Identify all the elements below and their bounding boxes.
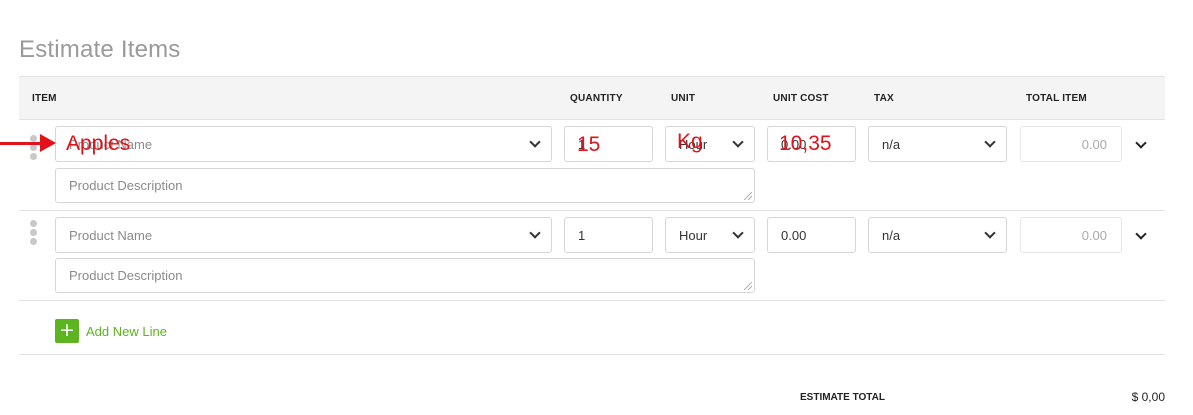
- unit-cost-input[interactable]: 0.00: [767, 217, 856, 253]
- tax-value: n/a: [882, 227, 901, 243]
- total-item-field: 0.00: [1020, 126, 1122, 162]
- resize-grip-icon[interactable]: [744, 192, 752, 200]
- estimate-total-value: $ 0,00: [1131, 390, 1165, 404]
- chevron-down-icon: [529, 227, 541, 239]
- table-header: ITEM QUANTITY UNIT UNIT COST TAX TOTAL I…: [19, 76, 1165, 120]
- quantity-input[interactable]: 1: [564, 217, 653, 253]
- resize-grip-icon[interactable]: [744, 282, 752, 290]
- annotation-unit-cost: 10,35: [779, 132, 832, 155]
- chevron-down-icon: [984, 136, 996, 148]
- annotation-unit: Kg: [677, 130, 703, 153]
- header-item: ITEM: [32, 93, 57, 104]
- chevron-down-icon: [529, 136, 541, 148]
- product-name-placeholder: Product Name: [69, 227, 153, 243]
- total-item-field: 0.00: [1020, 217, 1122, 253]
- row-expand-chevron-icon[interactable]: [1135, 228, 1147, 240]
- product-name-select[interactable]: Product Name: [55, 217, 552, 253]
- divider: [19, 354, 1165, 355]
- header-total-item: TOTAL ITEM: [1026, 93, 1087, 104]
- plus-icon: +: [55, 319, 79, 343]
- drag-handle-icon[interactable]: [30, 220, 40, 247]
- annotation-quantity: 15: [577, 133, 601, 156]
- product-description-textarea[interactable]: Product Description: [55, 168, 755, 203]
- header-tax: TAX: [874, 93, 894, 104]
- chevron-down-icon: [732, 136, 744, 148]
- header-quantity: QUANTITY: [570, 93, 623, 104]
- unit-value: Hour: [679, 227, 708, 243]
- header-unit: UNIT: [671, 93, 696, 104]
- chevron-down-icon: [984, 227, 996, 239]
- add-new-line-label: Add New Line: [86, 323, 167, 339]
- row-expand-chevron-icon[interactable]: [1135, 137, 1147, 149]
- estimate-total-label: ESTIMATE TOTAL: [800, 392, 885, 403]
- tax-value: n/a: [882, 136, 901, 152]
- tax-select[interactable]: n/a: [868, 126, 1007, 162]
- header-unit-cost: UNIT COST: [773, 93, 829, 104]
- drag-handle-icon[interactable]: [30, 135, 40, 162]
- annotation-arrow-line: [0, 142, 44, 145]
- chevron-down-icon: [732, 227, 744, 239]
- total-item-value: 0.00: [1081, 136, 1107, 152]
- product-description-placeholder: Product Description: [69, 178, 183, 193]
- add-new-line-button[interactable]: + Add New Line: [55, 319, 167, 343]
- table-row: Product Name 1 Hour 0.00 n/a 0.00 Produc…: [19, 211, 1165, 301]
- annotation-product: Apples: [66, 132, 131, 155]
- product-description-textarea[interactable]: Product Description: [55, 258, 755, 293]
- quantity-value: 1: [578, 227, 586, 243]
- total-item-value: 0.00: [1081, 227, 1107, 243]
- tax-select[interactable]: n/a: [868, 217, 1007, 253]
- product-description-placeholder: Product Description: [69, 268, 183, 283]
- annotation-arrow-icon: [40, 134, 56, 152]
- unit-cost-value: 0.00: [781, 227, 807, 243]
- section-title: Estimate Items: [19, 36, 181, 63]
- unit-select[interactable]: Hour: [665, 217, 755, 253]
